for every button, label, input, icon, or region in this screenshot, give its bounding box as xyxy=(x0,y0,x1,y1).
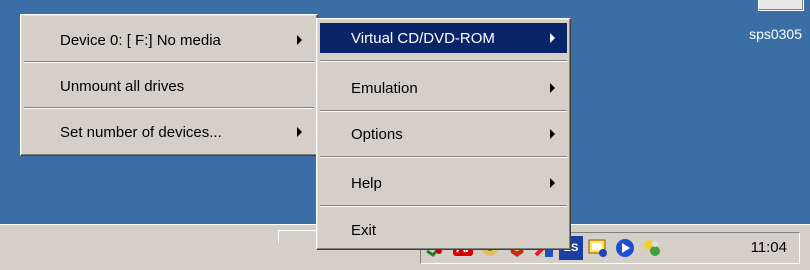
menu-item-label: Options xyxy=(351,125,403,143)
submenu-arrow-icon xyxy=(550,178,555,188)
submenu-arrow-icon xyxy=(297,35,302,45)
media-player-icon[interactable] xyxy=(613,236,637,260)
menu-item-label: Help xyxy=(351,174,382,192)
desktop-window-edge xyxy=(758,0,804,11)
menu-separator xyxy=(320,156,567,158)
menu-item-unmount-all[interactable]: Unmount all drives xyxy=(24,71,314,101)
menu-item-virtual-cd-dvd-rom[interactable]: Virtual CD/DVD-ROM xyxy=(320,23,567,53)
menu-separator xyxy=(320,205,567,207)
menu-item-set-number-of-devices[interactable]: Set number of devices... xyxy=(24,117,314,147)
desktop-icon-label[interactable]: sps0305 xyxy=(749,26,802,42)
device-submenu: Device 0: [ F:] No media Unmount all dri… xyxy=(20,14,318,156)
menu-item-options[interactable]: Options xyxy=(320,119,567,149)
taskbar-button-edge xyxy=(278,230,319,243)
tray-context-menu: Virtual CD/DVD-ROM Emulation Options Hel… xyxy=(316,18,571,250)
antivirus-scan-icon[interactable] xyxy=(640,236,664,260)
clock[interactable]: 11:04 xyxy=(751,233,787,263)
menu-item-label: Exit xyxy=(351,221,377,239)
menu-separator xyxy=(24,107,314,109)
menu-item-label: Unmount all drives xyxy=(60,77,185,95)
menu-item-label: Virtual CD/DVD-ROM xyxy=(351,29,495,47)
menu-separator xyxy=(24,61,314,63)
menu-item-device-0[interactable]: Device 0: [ F:] No media xyxy=(24,25,314,55)
daemon-tools-icon[interactable] xyxy=(586,236,610,260)
menu-item-help[interactable]: Help xyxy=(320,168,567,198)
menu-item-exit[interactable]: Exit xyxy=(320,215,567,245)
menu-item-label: Emulation xyxy=(351,79,418,97)
menu-separator xyxy=(320,60,567,62)
submenu-arrow-icon xyxy=(550,129,555,139)
menu-item-label: Set number of devices... xyxy=(60,123,222,141)
submenu-arrow-icon xyxy=(297,127,302,137)
submenu-arrow-icon xyxy=(550,83,555,93)
menu-item-label: Device 0: [ F:] No media xyxy=(60,31,221,49)
menu-separator xyxy=(320,110,567,112)
submenu-arrow-icon xyxy=(550,33,555,43)
menu-item-emulation[interactable]: Emulation xyxy=(320,73,567,103)
